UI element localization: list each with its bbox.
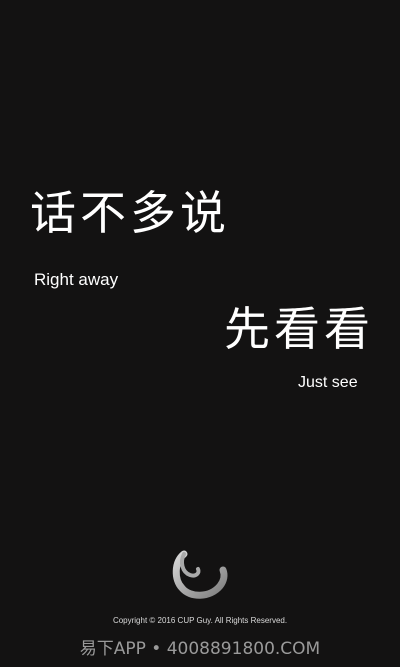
headline-english-1: Right away [34,270,119,289]
splash-screen: 话不多说 Right away 先看看 Just see Copyright ©… [0,0,400,667]
watermark-text: 易下APP • 4008891800.COM [79,639,321,659]
copyright-text: Copyright © 2016 CUP Guy. All Rights Res… [112,616,288,625]
headline-english-2: Just see [298,374,358,391]
headline-chinese-1: 话不多说 [30,186,230,240]
swirl-logo-icon [170,548,230,604]
headline-chinese-2: 先看看 [224,302,374,356]
